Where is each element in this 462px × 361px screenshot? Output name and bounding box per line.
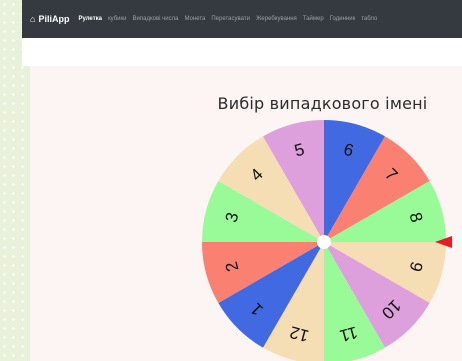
wheel-center-hub xyxy=(317,235,331,249)
roulette-wheel[interactable]: 678910111212345 xyxy=(0,0,462,361)
